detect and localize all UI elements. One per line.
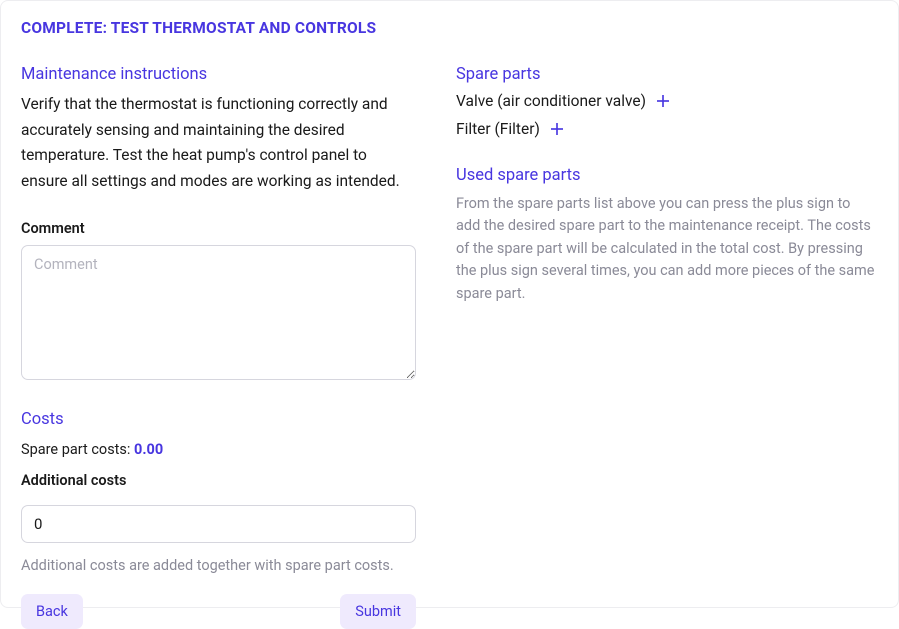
left-column: Maintenance instructions Verify that the… — [21, 65, 416, 629]
used-spare-parts-description: From the spare parts list above you can … — [456, 193, 878, 305]
spare-parts-list: Valve (air conditioner valve) Filter (Fi… — [456, 92, 878, 138]
comment-label: Comment — [21, 220, 416, 237]
spare-parts-heading: Spare parts — [456, 65, 878, 84]
used-spare-parts-heading: Used spare parts — [456, 166, 878, 185]
right-column: Spare parts Valve (air conditioner valve… — [456, 65, 878, 629]
page-title: COMPLETE: TEST THERMOSTAT AND CONTROLS — [21, 19, 878, 37]
spare-cost-line: Spare part costs: 0.00 — [21, 441, 416, 458]
instructions-text: Verify that the thermostat is functionin… — [21, 92, 416, 194]
comment-input[interactable] — [21, 245, 416, 380]
spare-item-label: Valve (air conditioner valve) — [456, 92, 646, 110]
button-row: Back Submit — [21, 594, 416, 629]
submit-button[interactable]: Submit — [340, 594, 416, 629]
spare-item: Valve (air conditioner valve) — [456, 92, 878, 110]
spare-item-label: Filter (Filter) — [456, 120, 540, 138]
spare-item: Filter (Filter) — [456, 120, 878, 138]
spare-cost-value: 0.00 — [134, 441, 163, 458]
additional-costs-label: Additional costs — [21, 472, 416, 489]
additional-costs-input[interactable] — [21, 505, 416, 543]
plus-icon[interactable] — [654, 92, 672, 110]
two-column-layout: Maintenance instructions Verify that the… — [21, 65, 878, 629]
instructions-heading: Maintenance instructions — [21, 65, 416, 84]
additional-costs-helper: Additional costs are added together with… — [21, 557, 416, 574]
maintenance-card: COMPLETE: TEST THERMOSTAT AND CONTROLS M… — [0, 0, 899, 608]
back-button[interactable]: Back — [21, 594, 83, 629]
plus-icon[interactable] — [548, 120, 566, 138]
spare-cost-label: Spare part costs: — [21, 441, 134, 458]
costs-heading: Costs — [21, 410, 416, 429]
